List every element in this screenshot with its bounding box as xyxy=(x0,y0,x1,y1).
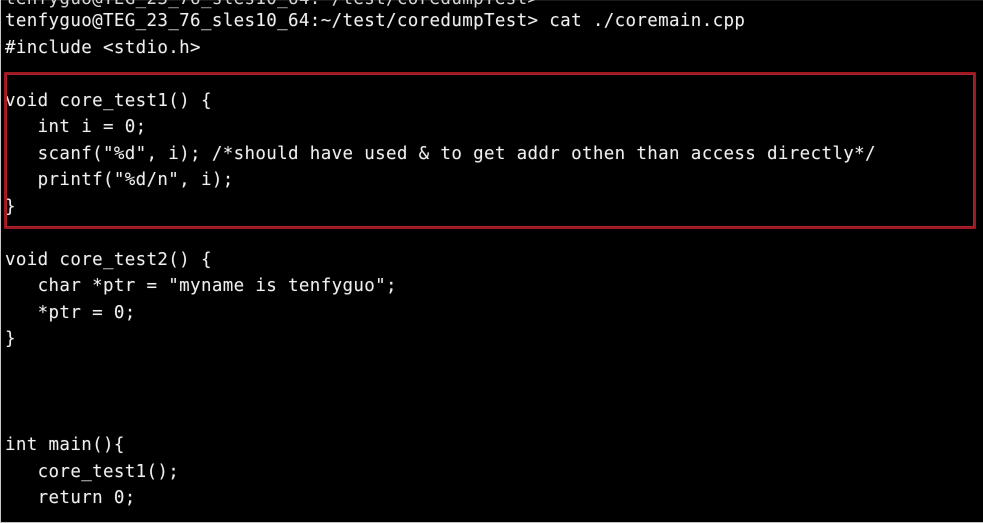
terminal-window[interactable]: tenfyguo@TEG_23_76_sles10_64:~/test/core… xyxy=(0,0,983,523)
code-line: core_test1(); xyxy=(5,461,180,482)
code-line: } xyxy=(5,196,16,217)
code-line: void core_test2() { xyxy=(5,249,212,270)
code-line: *ptr = 0; xyxy=(5,302,136,323)
shell-prompt-line: tenfyguo@TEG_23_76_sles10_64:~/test/core… xyxy=(5,11,746,31)
code-line: char *ptr = "myname is tenfyguo"; xyxy=(5,276,397,296)
code-line: scanf("%d", i); /*should have used & to … xyxy=(5,143,876,164)
code-line: printf("%d/n", i); xyxy=(5,170,234,190)
code-line: int i = 0; xyxy=(5,117,147,137)
terminal-output[interactable]: tenfyguo@TEG_23_76_sles10_64:~/test/core… xyxy=(5,8,983,522)
code-line: int main(){ xyxy=(5,435,125,455)
code-line: } xyxy=(5,329,16,349)
code-line: return 0; xyxy=(5,488,136,508)
code-line: #include <stdio.h> xyxy=(5,37,201,58)
code-line: void core_test1() { xyxy=(5,90,212,111)
